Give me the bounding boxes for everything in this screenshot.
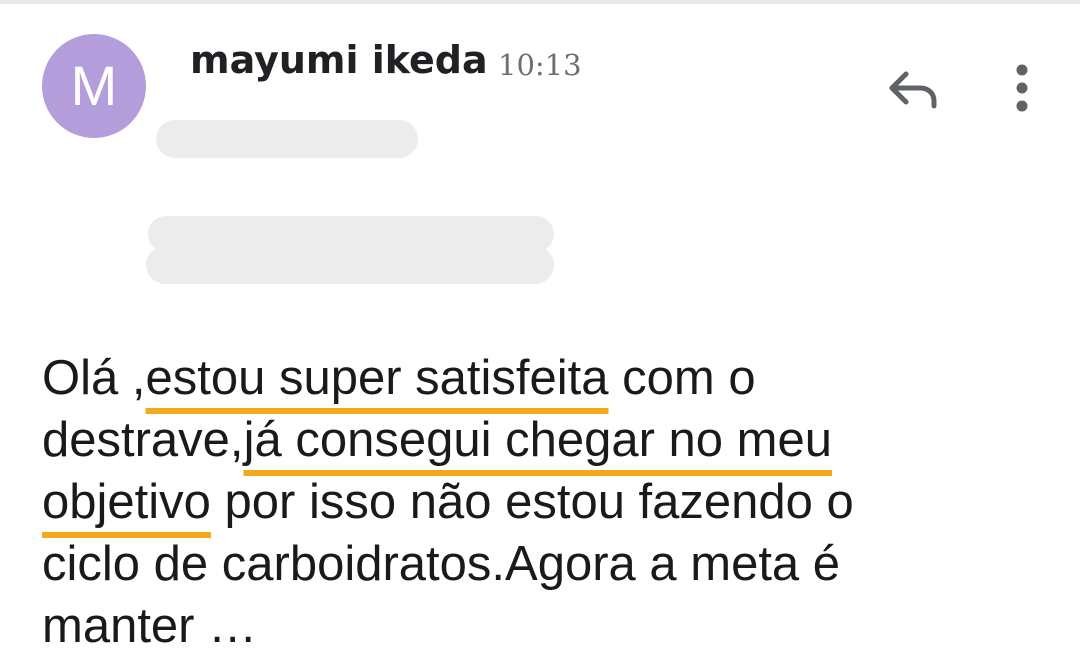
sender-name: mayumi ikeda (190, 38, 488, 82)
reply-button[interactable] (880, 60, 946, 116)
body-text: com o (608, 351, 756, 405)
reply-icon (889, 71, 937, 109)
body-line: ciclo de carboidratos.Agora a meta é (42, 533, 1052, 595)
body-text: por isso não estou fazendo o (210, 475, 854, 529)
more-vert-icon (1016, 64, 1028, 112)
highlighted-text: objetivo (42, 475, 211, 529)
highlighted-text: já consegui chegar no meu (243, 413, 832, 467)
redacted-recipient (156, 120, 418, 158)
body-text: destrave, (42, 413, 244, 467)
body-line: Olá ,estou super satisfeita com o (42, 347, 1052, 409)
top-divider (0, 0, 1080, 4)
body-line: manter … (42, 595, 1052, 657)
body-line: objetivo por isso não estou fazendo o (42, 471, 1052, 533)
message-time: 10:13 (498, 48, 582, 82)
highlighted-text: estou super satisfeita (145, 351, 609, 405)
avatar[interactable]: M (42, 34, 146, 138)
body-line: destrave,já consegui chegar no meu (42, 409, 1052, 471)
body-text: ciclo de carboidratos.Agora a meta é (42, 537, 841, 591)
more-options-button[interactable] (1002, 60, 1042, 116)
redacted-text-line (146, 246, 554, 284)
body-text: Olá , (42, 351, 146, 405)
body-text: manter … (42, 599, 258, 653)
message-body: Olá ,estou super satisfeita com o destra… (42, 347, 1052, 657)
